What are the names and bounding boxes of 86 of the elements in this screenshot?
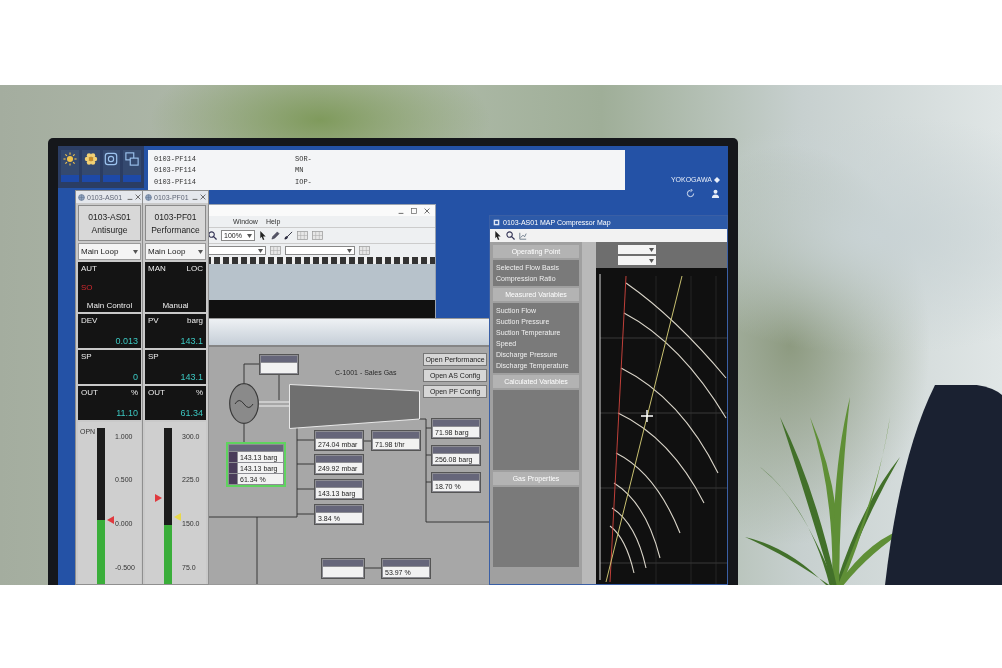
magnifier-icon[interactable] [506, 231, 515, 240]
close-icon[interactable] [135, 194, 141, 200]
pipe-line [364, 567, 382, 569]
readout-value: 143.1 [180, 336, 203, 346]
readout-label: SP [148, 352, 159, 361]
value-field [261, 363, 297, 373]
dropdown-field[interactable] [285, 246, 355, 255]
tag-box-header [261, 356, 297, 362]
mode-label: AUT [81, 264, 97, 273]
user-icon [711, 189, 720, 198]
readout-value: 61.34 [180, 408, 203, 418]
caret-icon [247, 233, 252, 238]
readout-value: 143.1 [180, 372, 203, 382]
tag-box-header [433, 447, 479, 453]
mode-description: Manual [162, 301, 189, 310]
globe-icon [78, 193, 85, 201]
tag-name: 0103-PF01 [154, 211, 197, 222]
value-field [323, 567, 363, 577]
tag-box-header [383, 560, 429, 566]
tag-box-header [323, 560, 363, 566]
toolbar-button[interactable] [61, 150, 79, 182]
pointer-icon[interactable] [494, 231, 502, 240]
tag-box[interactable] [321, 558, 365, 579]
loop-dropdown[interactable]: Main Loop [78, 243, 141, 260]
caret-icon [649, 258, 654, 263]
diamond-icon [714, 176, 720, 183]
tag-name: 0103-AS01 [88, 211, 131, 222]
toolbar-button[interactable] [123, 150, 141, 182]
tag-box-header [316, 506, 362, 512]
sun-icon [62, 152, 77, 166]
loop-dropdown[interactable]: Main Loop [145, 243, 206, 260]
brush-icon[interactable] [284, 231, 293, 240]
tag-box-header [373, 432, 419, 438]
readout-label: OUT [81, 388, 98, 397]
readout-unit: % [130, 388, 138, 397]
readout-unit: % [195, 388, 203, 397]
pipe-line [363, 440, 372, 442]
tag-box-header [316, 481, 362, 487]
shaft-line [258, 401, 290, 407]
dropdown-field[interactable] [618, 256, 656, 265]
toolbar-button[interactable] [81, 150, 100, 182]
tag-description: Performance [151, 224, 200, 235]
flower-icon [83, 152, 98, 166]
readout-value: 0.013 [115, 336, 138, 346]
location-label: LOC [186, 264, 203, 273]
caret-icon [649, 247, 654, 252]
readout-label: OUT [148, 388, 165, 397]
tag-box-header [229, 445, 283, 451]
dropdown-field[interactable] [208, 246, 266, 255]
circle-arrows-icon [686, 189, 695, 198]
magnifier-icon[interactable] [208, 231, 217, 240]
overlapping-windows-icon [125, 152, 140, 166]
tag-box-header [316, 456, 362, 462]
toolbar-button[interactable] [102, 150, 121, 182]
operating-point-marker [640, 409, 654, 423]
app-icon [493, 219, 500, 226]
caret-icon [133, 249, 138, 254]
readout-label: PV [148, 316, 159, 325]
window-icon [104, 152, 119, 166]
caret-icon [198, 249, 203, 254]
readout-label: SP [81, 352, 92, 361]
tag-description: Antisurge [91, 224, 128, 235]
caret-icon [258, 248, 263, 253]
alarm-label: SO [81, 282, 93, 292]
readout-value: 11.10 [116, 408, 138, 418]
dropdown-field[interactable] [618, 245, 656, 254]
globe-icon [145, 193, 152, 201]
close-icon[interactable] [200, 194, 206, 200]
readout-unit: barg [187, 316, 203, 325]
tag-box-header [316, 432, 362, 438]
readout-value: 0 [133, 372, 138, 382]
maximize-icon[interactable] [411, 207, 417, 214]
mode-description: Main Control [86, 301, 133, 310]
pipe-line [278, 374, 280, 401]
motor-symbol [229, 383, 259, 424]
pipe-line [243, 363, 260, 384]
tag-box[interactable] [259, 354, 299, 375]
tag-box-header [433, 420, 479, 426]
close-icon[interactable] [424, 207, 430, 214]
mode-label: MAN [148, 264, 166, 273]
pencil-icon[interactable] [271, 231, 280, 240]
readout-label: DEV [81, 316, 98, 325]
tag-box-header [433, 474, 479, 480]
chart-icon[interactable] [519, 231, 527, 240]
caret-icon [347, 248, 352, 253]
pointer-icon[interactable] [259, 231, 267, 240]
